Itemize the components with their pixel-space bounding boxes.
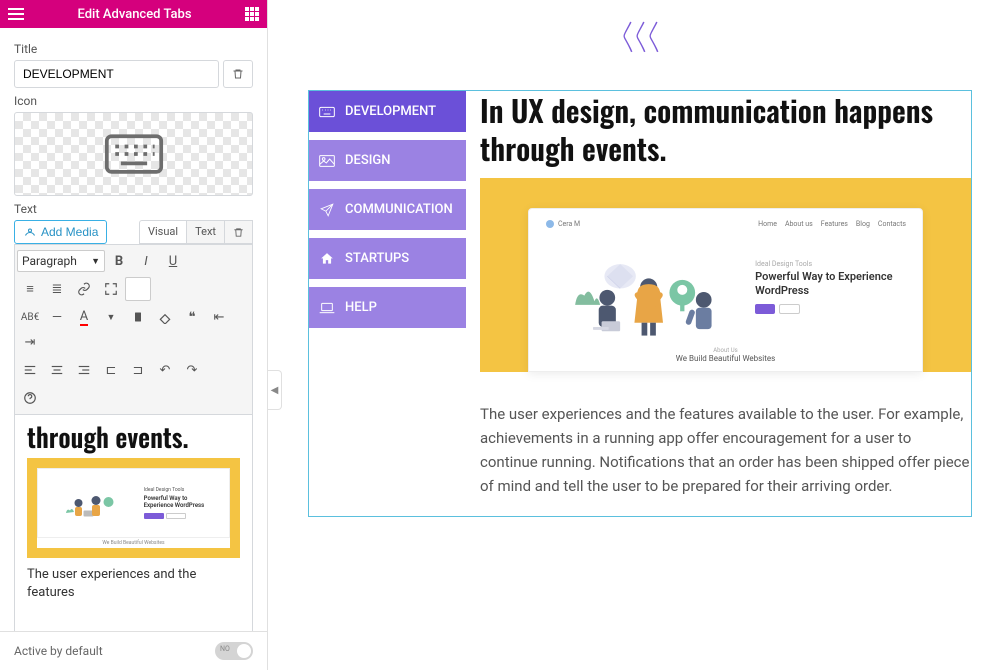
color-picker-button[interactable] [125, 277, 151, 301]
trash-icon [233, 227, 244, 238]
active-default-label: Active by default [14, 644, 103, 658]
tab-design[interactable]: DESIGN [309, 140, 466, 181]
paste-button[interactable] [125, 305, 151, 329]
icon-field-label: Icon [14, 94, 253, 108]
home-icon [319, 252, 335, 266]
hero-illustration-icon [563, 237, 723, 337]
outdent-button[interactable]: ⇤ [206, 305, 232, 329]
text-field-label: Text [14, 202, 253, 216]
illustration-icon [61, 483, 121, 523]
align-left-button[interactable] [17, 358, 43, 382]
numbered-list-button[interactable]: ≣ [44, 277, 70, 301]
tab-startups[interactable]: STARTUPS [309, 238, 466, 279]
wysiwyg-toolbar: Paragraph▼ B I U ≡ ≣ AB€ — A ▼ [14, 244, 253, 415]
link-button[interactable] [71, 277, 97, 301]
keyboard-icon [104, 132, 164, 176]
text-tab[interactable]: Text [187, 220, 225, 244]
undo-button[interactable]: ↶ [152, 358, 178, 382]
indent-button[interactable]: ⇥ [17, 330, 43, 354]
title-input[interactable] [14, 60, 219, 88]
mockup-logo-icon [545, 219, 555, 229]
mockup-cta-secondary [779, 304, 800, 314]
editor-paragraph-sample: The user experiences and the features [27, 566, 240, 602]
editor-content[interactable]: through events. [14, 415, 253, 631]
text-color-chevron[interactable]: ▼ [98, 305, 124, 329]
redo-button[interactable]: ↷ [179, 358, 205, 382]
align-center-button[interactable] [44, 358, 70, 382]
trash-icon [232, 68, 244, 80]
laptop-icon [319, 301, 335, 315]
italic-button[interactable]: I [133, 249, 159, 273]
add-media-button[interactable]: Add Media [14, 220, 107, 244]
align-center-icon [50, 363, 64, 377]
panel-title: Edit Advanced Tabs [24, 7, 245, 22]
editor-delete-button[interactable] [225, 220, 253, 244]
indent-right-button[interactable]: ⊐ [125, 358, 151, 382]
bold-button[interactable]: B [106, 249, 132, 273]
align-right-button[interactable] [71, 358, 97, 382]
format-dropdown[interactable]: Paragraph▼ [17, 250, 105, 272]
tab-help[interactable]: HELP [309, 287, 466, 328]
strikethrough-button[interactable]: AB€ [17, 305, 43, 329]
tab-content-image: Cera M Home About us Features Blog Conta… [480, 178, 971, 372]
link-icon [77, 282, 91, 296]
tab-communication[interactable]: COMMUNICATION [309, 189, 466, 230]
special-char-button[interactable]: ❝ [179, 305, 205, 329]
sidebar-footer: Active by default NO [0, 631, 267, 670]
align-left-icon [23, 363, 37, 377]
indent-left-button[interactable]: ⊏ [98, 358, 124, 382]
clipboard-icon [132, 310, 144, 324]
sidebar-body: Title Icon Text Add Media Visual [0, 28, 267, 631]
hr-button[interactable]: — [44, 305, 70, 329]
underline-button[interactable]: U [160, 249, 186, 273]
tab-content-heading: In UX design, communication happens thro… [480, 91, 971, 166]
tabs-list: DEVELOPMENT DESIGN COMMUNICATION STARTUP… [309, 91, 466, 516]
tab-development[interactable]: DEVELOPMENT [309, 91, 466, 132]
align-right-icon [77, 363, 91, 377]
active-default-toggle[interactable]: NO [215, 642, 253, 660]
title-field-label: Title [14, 42, 253, 56]
editor-sidebar: Edit Advanced Tabs Title Icon Text Add M… [0, 0, 268, 670]
eraser-icon [158, 310, 172, 324]
advanced-tabs-widget[interactable]: DEVELOPMENT DESIGN COMMUNICATION STARTUP… [308, 90, 972, 517]
expand-icon [104, 282, 118, 296]
editor-image-sample: Ideal Design Tools Powerful Way toExperi… [27, 458, 240, 558]
sidebar-header: Edit Advanced Tabs [0, 0, 267, 28]
paper-plane-icon [319, 203, 335, 217]
editor-heading-sample: through events. [27, 423, 240, 452]
tab-content-description: The user experiences and the features av… [480, 402, 971, 498]
help-icon [23, 391, 37, 405]
apps-grid-icon[interactable] [245, 7, 259, 21]
divider-zigzag-icon: 〳〵〳〵〳〵 [308, 24, 972, 48]
keyboard-icon [319, 105, 335, 119]
clear-format-button[interactable] [152, 305, 178, 329]
title-delete-button[interactable] [223, 60, 253, 88]
help-button[interactable] [17, 386, 43, 410]
icon-picker[interactable] [14, 112, 253, 196]
mockup-cta-primary [755, 304, 774, 314]
fullscreen-button[interactable] [98, 277, 124, 301]
mockup-nav: Cera M Home About us Features Blog Conta… [545, 219, 906, 229]
media-icon [23, 226, 37, 238]
visual-tab[interactable]: Visual [139, 220, 187, 244]
hamburger-icon[interactable] [8, 8, 24, 20]
text-color-button[interactable]: A [71, 305, 97, 329]
bullet-list-button[interactable]: ≡ [17, 277, 43, 301]
tab-content: In UX design, communication happens thro… [466, 91, 971, 516]
image-icon [319, 154, 335, 168]
preview-canvas: 〳〵〳〵〳〵 DEVELOPMENT DESIGN COMMUNICATION … [280, 0, 1000, 670]
